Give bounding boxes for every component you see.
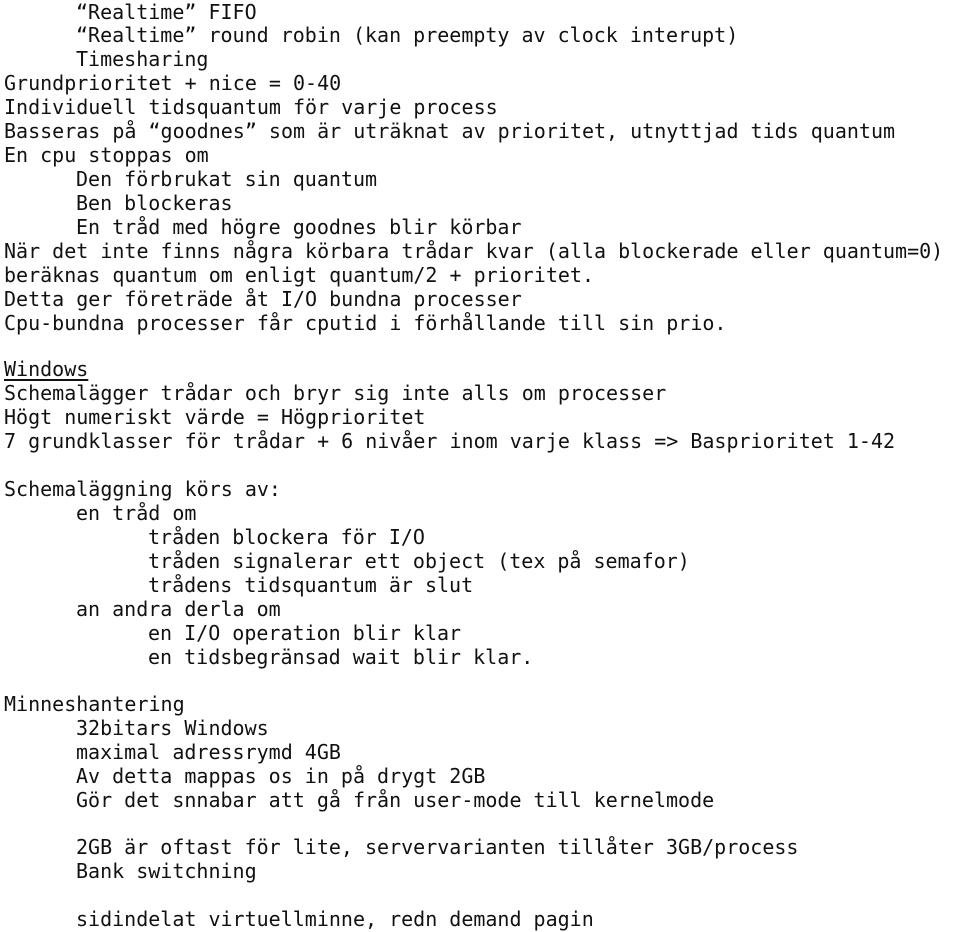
text-line: beräknas quantum om enligt quantum/2 + p…: [4, 263, 595, 287]
sched-class-rr: “Realtime” round robin (kan preempty av …: [76, 23, 739, 47]
text-line: Schemalägger trådar och bryr sig inte al…: [4, 381, 667, 405]
stop-reason: Den förbrukat sin quantum: [76, 167, 378, 191]
sched-class-fifo: “Realtime” FIFO: [76, 0, 257, 24]
own-thread-item: tråden signalerar ett object (tex på sem…: [148, 549, 690, 573]
other-thread-item: en I/O operation blir klar: [148, 621, 462, 645]
text-line: Cpu-bundna processer får cputid i förhål…: [4, 311, 727, 335]
memory-line: sidindelat virtuellminne, redn demand pa…: [76, 907, 594, 931]
text-line: Basseras på “goodnes” som är uträknat av…: [4, 119, 896, 143]
text-line: Grundprioritet + nice = 0-40: [4, 71, 342, 95]
text-line: När det inte finns några körbara trådar …: [4, 239, 944, 263]
own-thread-item: trådens tidsquantum är slut: [148, 573, 474, 597]
stop-reason: Ben blockeras: [76, 191, 233, 215]
memory-line: 32bitars Windows: [76, 716, 269, 740]
text-line: Detta ger företräde åt I/O bundna proces…: [4, 287, 522, 311]
other-thread-label: an andra derla om: [76, 597, 281, 621]
own-thread-item: tråden blockera för I/O: [148, 525, 425, 549]
text-line: En cpu stoppas om: [4, 143, 209, 167]
memory-line: Av detta mappas os in på drygt 2GB: [76, 764, 486, 788]
stop-reason: En tråd med högre goodnes blir körbar: [76, 215, 522, 239]
windows-heading: Windows: [4, 357, 89, 381]
memory-line: Gör det snnabar att gå från user-mode ti…: [76, 788, 715, 812]
memory-line: 2GB är oftast för lite, servervarianten …: [76, 835, 799, 859]
memory-line: Bank switchning: [76, 859, 257, 883]
other-thread-item: en tidsbegränsad wait blir klar.: [148, 645, 534, 669]
sched-class-timesharing: Timesharing: [76, 47, 209, 71]
memory-line: maximal adressrymd 4GB: [76, 740, 341, 764]
memory-heading: Minneshantering: [4, 692, 185, 716]
text-line: Individuell tidsquantum för varje proces…: [4, 95, 498, 119]
own-thread-label: en tråd om: [76, 501, 197, 525]
scheduling-heading: Schemaläggning körs av:: [4, 477, 281, 501]
text-line: 7 grundklasser för trådar + 6 nivåer ino…: [4, 429, 896, 453]
text-line: Högt numeriskt värde = Högprioritet: [4, 405, 426, 429]
